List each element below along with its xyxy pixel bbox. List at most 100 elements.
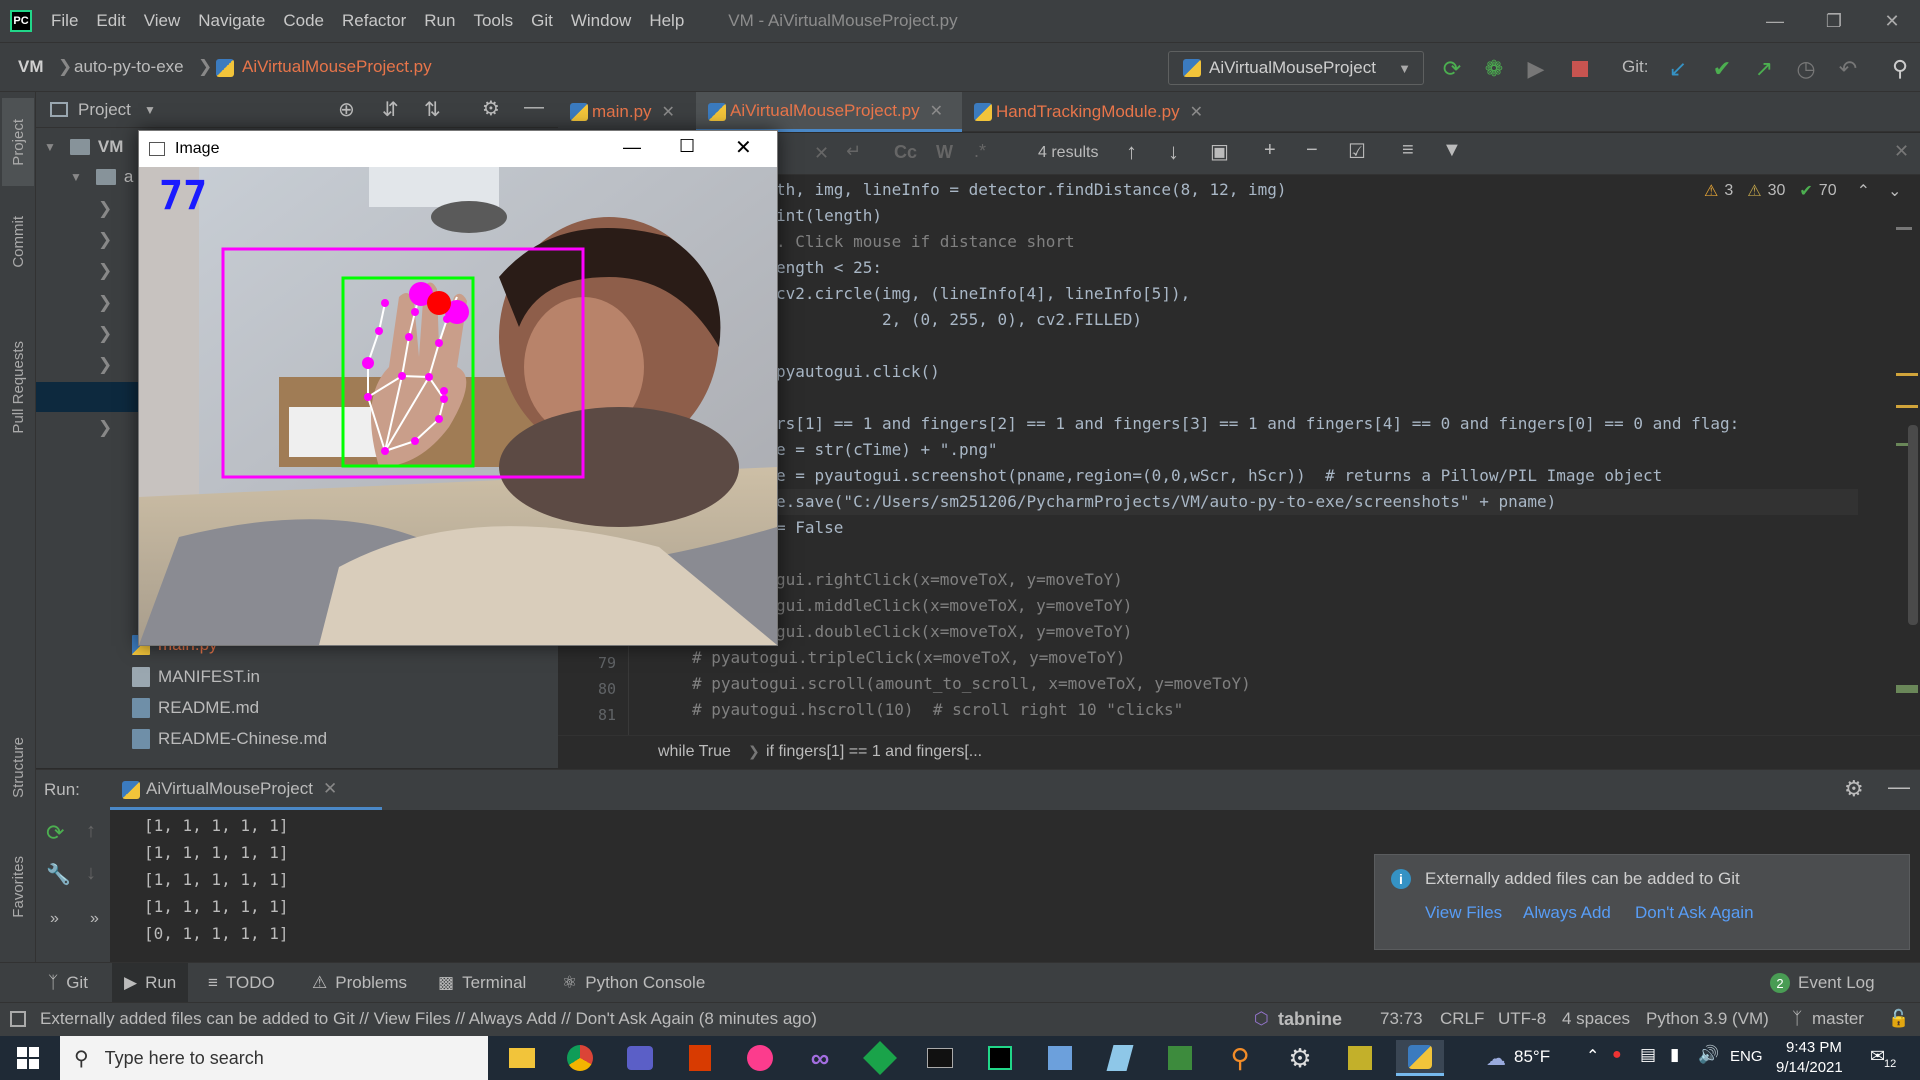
chevron-right-icon[interactable]: ❯ [98,350,112,380]
menu-view[interactable]: View [144,11,181,31]
project-panel-title[interactable]: Project [78,100,131,120]
clock-time[interactable]: 9:43 PM [1786,1039,1842,1056]
collapse-all-icon[interactable]: ⇅ [424,97,441,122]
dont-ask-again-link[interactable]: Don't Ask Again [1635,903,1754,923]
restore-icon[interactable]: ❐ [1806,0,1862,42]
clear-search-icon[interactable]: ✕ [814,143,829,164]
scroll-up-icon[interactable]: ↑ [86,820,96,843]
pycharm-taskbar-icon[interactable] [976,1040,1024,1076]
run-tab[interactable]: AiVirtualMouseProject ✕ [110,770,382,810]
image-window[interactable]: Image — ☐ ✕ 77 [138,130,778,646]
close-tab-icon[interactable]: ✕ [662,102,675,122]
tool-tab-structure[interactable]: Structure [2,722,34,812]
line-separator[interactable]: CRLF [1440,1009,1484,1029]
chevron-right-icon[interactable]: ❯ [98,413,112,443]
menu-help[interactable]: Help [649,11,684,31]
expand-all-icon[interactable]: ⇵ [382,97,399,122]
chevron-right-icon[interactable]: ❯ [98,194,112,224]
app-icon[interactable] [1156,1040,1204,1076]
maximize-icon[interactable]: ☐ [679,136,695,157]
coverage-icon[interactable]: ▶ [1522,55,1550,83]
gear-icon[interactable]: ⚙ [482,96,500,121]
python-taskbar-icon[interactable] [1396,1040,1444,1076]
chrome-icon[interactable] [556,1040,604,1076]
status-message[interactable]: Externally added files can be added to G… [40,1009,817,1029]
toggle-tool-windows-icon[interactable] [10,1011,26,1027]
tool-tab-project[interactable]: Project [2,98,34,186]
locate-icon[interactable]: ⊕ [338,97,355,122]
chevron-right-icon[interactable]: ❯ [98,225,112,255]
select-occurrences-icon[interactable]: ☑ [1348,139,1366,164]
tool-tab-problems[interactable]: ⚠ Problems [312,963,407,1003]
tool-tab-python-console[interactable]: ⚛ Python Console [562,963,705,1003]
menu-navigate[interactable]: Navigate [198,11,265,31]
gear-icon[interactable]: ⚙ [1844,776,1864,802]
chevron-right-icon[interactable]: ❯ [98,256,112,286]
image-window-titlebar[interactable]: Image — ☐ ✕ [139,131,777,167]
menu-git[interactable]: Git [531,11,553,31]
clock-date[interactable]: 9/14/2021 [1776,1059,1843,1076]
menu-code[interactable]: Code [283,11,324,31]
history-icon[interactable]: ◷ [1792,55,1820,83]
tool-tab-pull-requests[interactable]: Pull Requests [2,322,34,452]
caret-position[interactable]: 73:73 [1380,1009,1423,1029]
rerun-icon[interactable]: ⟳ [1438,55,1466,83]
menu-window[interactable]: Window [571,11,631,31]
action-center-icon[interactable]: ✉ [1870,1046,1885,1067]
app-icon[interactable] [1336,1040,1384,1076]
wrench-icon[interactable]: 🔧 [46,862,71,887]
menu-file[interactable]: File [51,11,78,31]
debug-icon[interactable]: ❁ [1480,55,1508,83]
previous-highlight-icon[interactable]: ⌃ [1857,181,1870,201]
git-update-icon[interactable]: ↙ [1664,55,1692,83]
itunes-icon[interactable] [736,1040,784,1076]
menu-run[interactable]: Run [424,11,455,31]
tree-root-vm[interactable]: ▼ VM [44,132,123,162]
stop-icon[interactable] [1566,55,1594,83]
office-icon[interactable] [676,1040,724,1076]
tree-folder[interactable]: ▼ a [70,162,133,192]
menu-edit[interactable]: Edit [96,11,125,31]
file-explorer-icon[interactable] [498,1040,546,1076]
weather-temp[interactable]: 85°F [1514,1047,1550,1067]
view-files-link[interactable]: View Files [1425,903,1502,923]
taskbar-search-box[interactable]: ⚲ Type here to search [60,1036,488,1080]
volume-icon[interactable]: 🔊 [1698,1045,1719,1065]
close-find-icon[interactable]: ✕ [1894,141,1909,162]
hide-panel-icon[interactable]: — [524,96,544,119]
app-icon[interactable] [1036,1040,1084,1076]
tab-aivirtualmouse-py[interactable]: AiVirtualMouseProject.py ✕ [696,92,962,132]
close-icon[interactable]: ✕ [1864,0,1920,42]
indent-setting[interactable]: 4 spaces [1562,1009,1630,1029]
editor-scrollbar[interactable] [1908,425,1918,625]
app-icon[interactable] [1096,1040,1144,1076]
minimize-icon[interactable]: — [623,137,641,158]
chevron-right-icon[interactable]: ❯ [98,288,112,318]
menu-refactor[interactable]: Refactor [342,11,406,31]
breadcrumb-file[interactable]: AiVirtualMouseProject.py [242,57,432,77]
new-line-icon[interactable]: ↵ [846,141,861,162]
tool-tab-todo[interactable]: ≡ TODO [208,963,275,1003]
tree-file-readme[interactable]: README.md [132,693,259,723]
visual-studio-icon[interactable]: ∞ [796,1040,844,1076]
tab-main-py[interactable]: main.py ✕ [558,92,696,132]
battery-icon[interactable]: ▮ [1670,1045,1679,1065]
more-actions-icon[interactable]: » [50,910,59,928]
remove-occurrence-icon[interactable]: − [1306,139,1318,162]
chevron-up-icon[interactable]: ⌃ [1586,1046,1599,1066]
breadcrumb-folder[interactable]: auto-py-to-exe [74,57,184,77]
run-configuration-select[interactable]: AiVirtualMouseProject ▼ [1168,51,1424,85]
tray-app-icon[interactable]: ● [1612,1046,1622,1064]
hide-panel-icon[interactable]: — [1888,774,1910,800]
tool-tab-commit[interactable]: Commit [2,202,34,282]
chevron-down-icon[interactable]: ▼ [144,103,156,117]
git-push-icon[interactable]: ↗ [1750,55,1778,83]
terminal-app-icon[interactable] [916,1040,964,1076]
select-all-occurrences-icon[interactable]: ▣ [1210,139,1229,164]
previous-occurrence-icon[interactable]: ↑ [1126,139,1137,165]
network-icon[interactable]: ▤ [1640,1045,1656,1065]
file-encoding[interactable]: UTF-8 [1498,1009,1546,1029]
close-tab-icon[interactable]: ✕ [1190,102,1203,122]
event-log-tab[interactable]: 2 Event Log [1770,963,1875,1003]
rollback-icon[interactable]: ↶ [1834,55,1862,83]
